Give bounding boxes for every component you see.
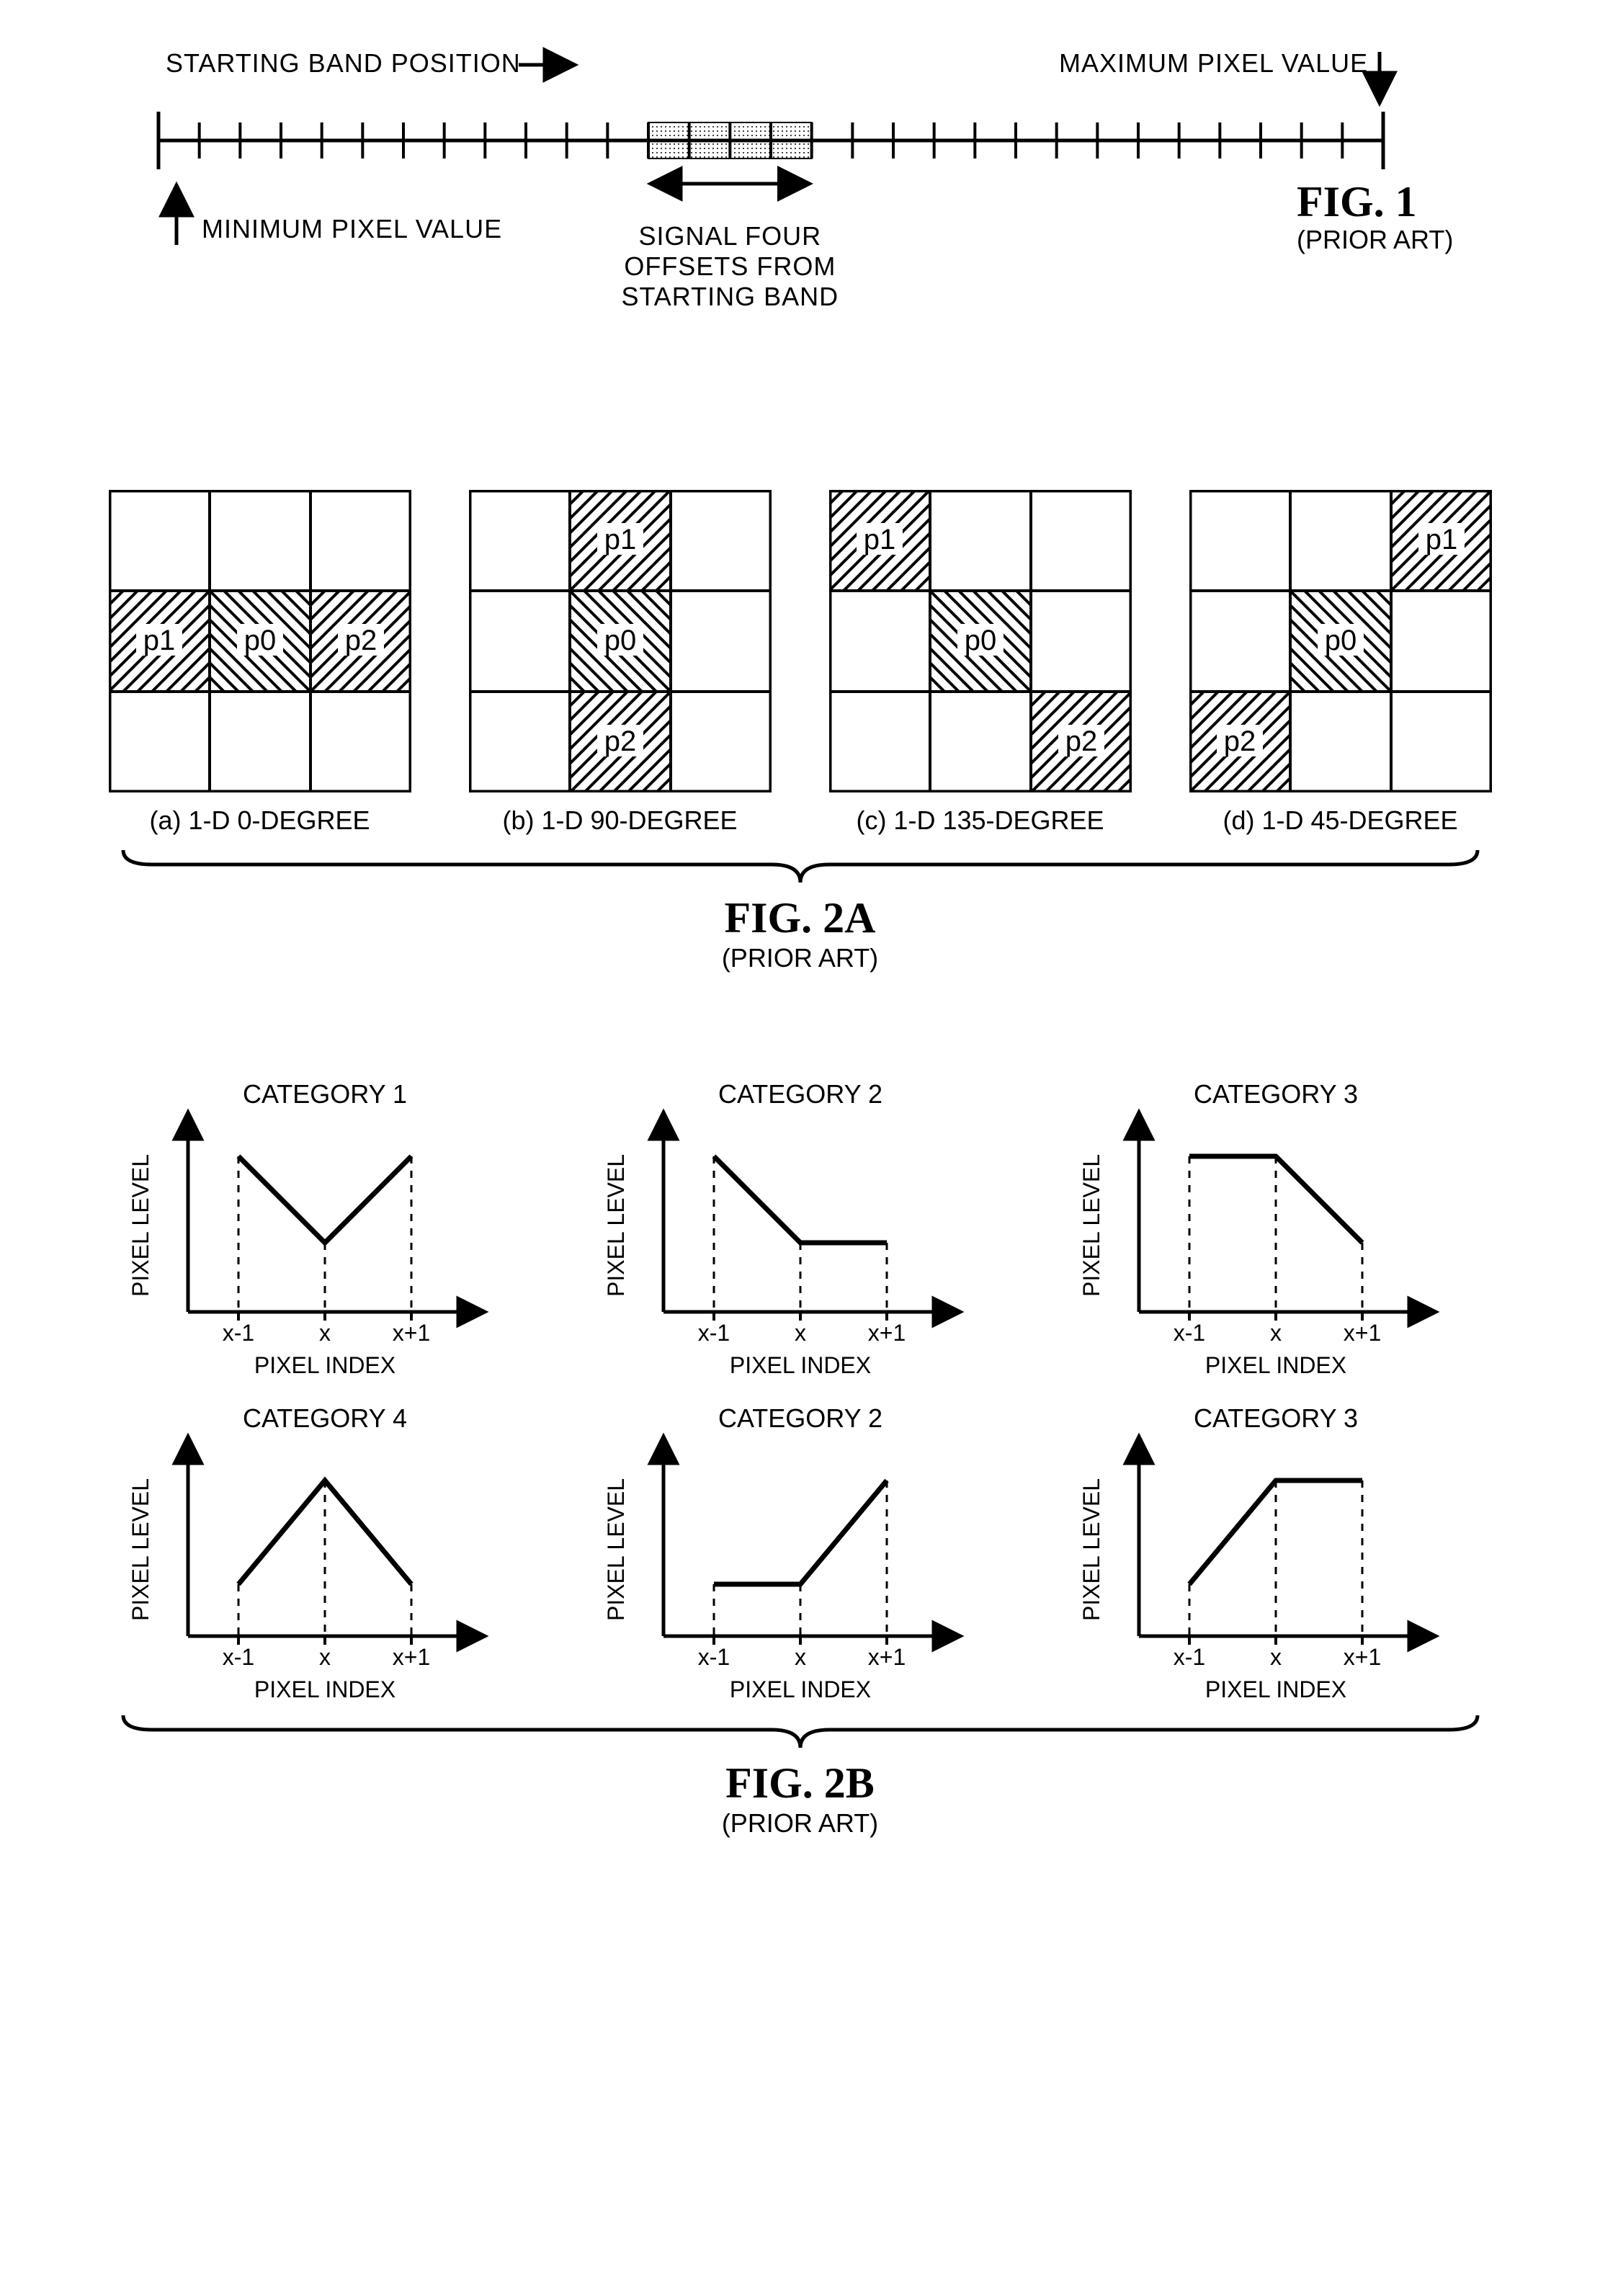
fig1-sub: (PRIOR ART) [1297,225,1453,254]
category-plot: CATEGORY 2 PIXEL LEVEL x-1 x x+1 PIXEL INDEX [584,1074,1016,1377]
ylabel: PIXEL LEVEL [1078,1154,1104,1297]
figure-2b: CATEGORY 1PIXEL LEVELx-1xx+1PIXEL INDEXC… [72,1074,1528,1839]
grid-2: p1 p0 p2 (c) 1-D 135-DEGREE [829,490,1132,836]
svg-text:p1: p1 [143,625,175,656]
svg-text:p2: p2 [344,625,377,656]
svg-text:x-1: x-1 [222,1644,254,1670]
ylabel: PIXEL LEVEL [1078,1478,1104,1621]
figure-1: STARTING BAND POSITION MAXIMUM PIXEL VAL… [72,43,1528,389]
svg-text:x: x [1270,1320,1282,1346]
fig1-title: FIG. 1 [1297,178,1417,225]
svg-text:p2: p2 [604,725,636,757]
ylabel: PIXEL LEVEL [603,1478,629,1621]
grid-caption: (d) 1-D 45-DEGREE [1189,805,1492,836]
ylabel: PIXEL LEVEL [128,1478,153,1621]
svg-text:x+1: x+1 [1343,1644,1380,1670]
svg-text:x: x [319,1320,331,1346]
fig2a-sub: (PRIOR ART) [72,943,1528,973]
category-plot: CATEGORY 1 PIXEL LEVEL x-1 x x+1 PIXEL INDEX [109,1074,541,1377]
svg-text:p1: p1 [1425,524,1457,555]
svg-text:x: x [795,1320,806,1346]
svg-text:p0: p0 [1324,625,1357,656]
label-max-px: MAXIMUM PIXEL VALUE [1059,48,1368,78]
svg-text:x+1: x+1 [1343,1320,1380,1346]
grid-3: p1 p0 p2 (d) 1-D 45-DEGREE [1189,490,1492,836]
fig1-svg: STARTING BAND POSITION MAXIMUM PIXEL VAL… [72,43,1513,389]
label-signal: SIGNAL FOUROFFSETS FROMSTARTING BAND [621,221,839,311]
svg-text:p0: p0 [604,625,636,656]
xlabel: PIXEL INDEX [254,1676,395,1701]
grid-caption: (c) 1-D 135-DEGREE [829,805,1132,836]
category-title: CATEGORY 3 [1193,1403,1357,1433]
xlabel: PIXEL INDEX [254,1352,395,1377]
svg-text:x+1: x+1 [392,1644,429,1670]
ylabel: PIXEL LEVEL [603,1154,629,1297]
category-title: CATEGORY 3 [1193,1079,1357,1109]
figure-2a: p1 p0 p2 (a) 1-D 0-DEGREE p1 p0 p2 (b) 1-D 90-D… [72,490,1528,973]
svg-text:p1: p1 [604,524,636,555]
fig2a-brace [109,836,1492,893]
category-title: CATEGORY 1 [242,1079,406,1109]
svg-text:x+1: x+1 [867,1644,905,1670]
category-plot: CATEGORY 3 PIXEL LEVEL x-1 x x+1 PIXEL INDEX [1060,1074,1492,1377]
category-title: CATEGORY 2 [718,1079,882,1109]
label-min-px: MINIMUM PIXEL VALUE [202,214,502,244]
number-line [158,112,1383,169]
category-title: CATEGORY 4 [242,1403,406,1433]
svg-text:x: x [795,1644,806,1670]
xlabel: PIXEL INDEX [1205,1676,1346,1701]
fig2b-title: FIG. 2B [72,1759,1528,1808]
svg-text:p2: p2 [1065,725,1097,757]
svg-text:x-1: x-1 [697,1320,729,1346]
xlabel: PIXEL INDEX [729,1352,870,1377]
svg-text:x-1: x-1 [697,1644,729,1670]
svg-text:x-1: x-1 [1173,1644,1205,1670]
svg-text:p0: p0 [964,625,996,656]
category-plot: CATEGORY 4 PIXEL LEVEL x-1 x x+1 PIXEL INDEX [109,1398,541,1701]
ylabel: PIXEL LEVEL [128,1154,153,1297]
svg-text:x: x [319,1644,331,1670]
svg-text:p2: p2 [1223,725,1256,757]
category-plot: CATEGORY 2 PIXEL LEVEL x-1 x x+1 PIXEL INDEX [584,1398,1016,1701]
svg-text:x-1: x-1 [1173,1320,1205,1346]
grid-0: p1 p0 p2 (a) 1-D 0-DEGREE [109,490,411,836]
fig2b-brace [109,1701,1492,1759]
xlabel: PIXEL INDEX [1205,1352,1346,1377]
svg-text:x: x [1270,1644,1282,1670]
xlabel: PIXEL INDEX [729,1676,870,1701]
grid-caption: (b) 1-D 90-DEGREE [469,805,772,836]
svg-text:x+1: x+1 [867,1320,905,1346]
category-plot: CATEGORY 3 PIXEL LEVEL x-1 x x+1 PIXEL INDEX [1060,1398,1492,1701]
svg-text:p1: p1 [863,524,895,555]
fig2b-sub: (PRIOR ART) [72,1808,1528,1839]
grid-caption: (a) 1-D 0-DEGREE [109,805,411,836]
svg-text:x+1: x+1 [392,1320,429,1346]
category-title: CATEGORY 2 [718,1403,882,1433]
fig2a-title: FIG. 2A [72,893,1528,943]
grid-1: p1 p0 p2 (b) 1-D 90-DEGREE [469,490,772,836]
svg-text:p0: p0 [243,625,276,656]
svg-text:x-1: x-1 [222,1320,254,1346]
label-starting-band: STARTING BAND POSITION [166,48,521,78]
